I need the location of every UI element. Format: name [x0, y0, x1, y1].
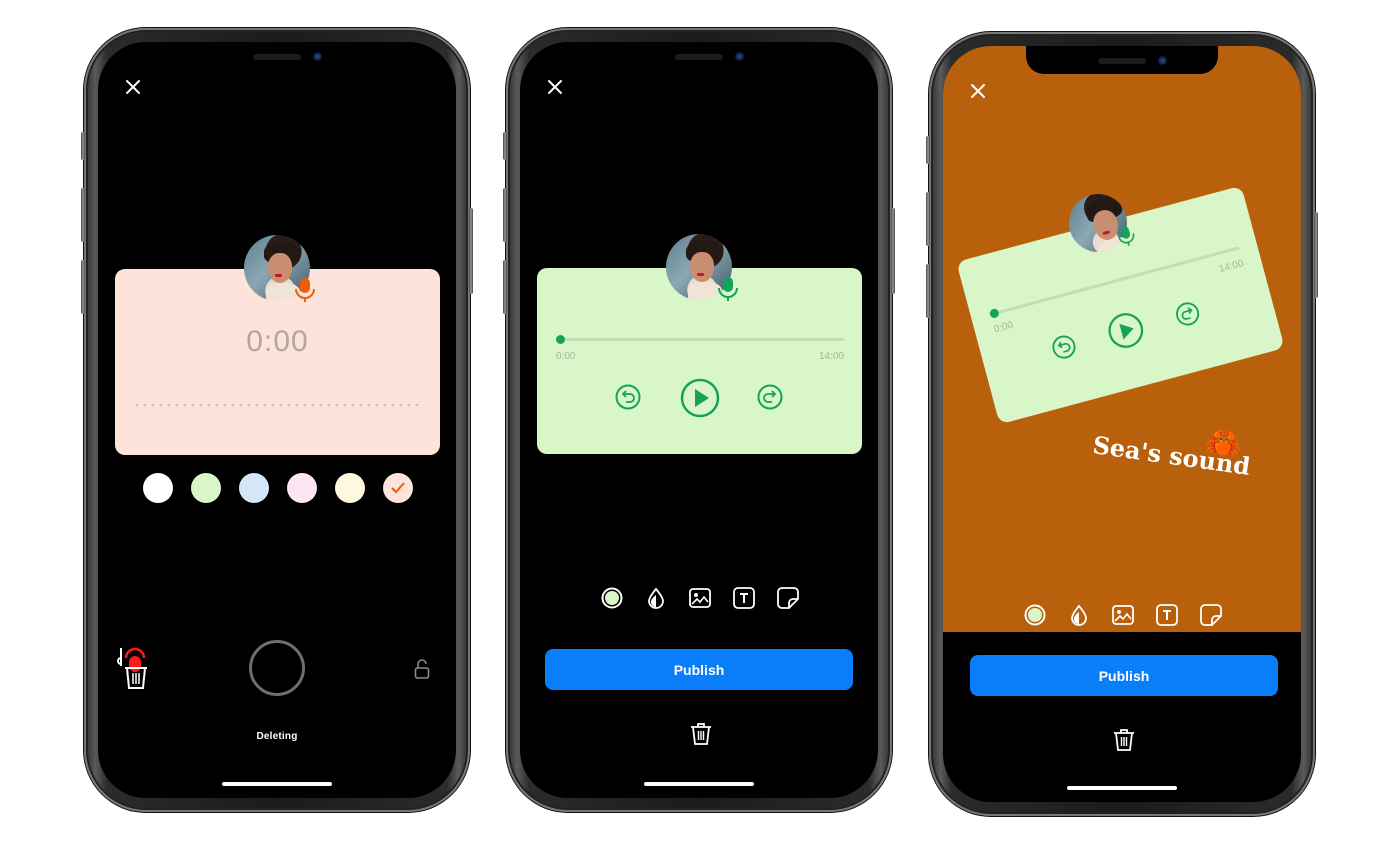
- screen: 0:00 14:00: [943, 46, 1301, 802]
- image-icon[interactable]: [688, 586, 711, 609]
- playback-progress[interactable]: [556, 335, 844, 344]
- image-icon[interactable]: [1111, 603, 1134, 626]
- edit-toolbar: [600, 586, 799, 609]
- progress-knob[interactable]: [988, 307, 1000, 319]
- swatch-peach-selected[interactable]: [383, 473, 413, 503]
- front-camera: [313, 52, 322, 61]
- timer-text: 0:00: [246, 325, 309, 358]
- power-button: [1314, 212, 1318, 298]
- forward-icon[interactable]: [757, 384, 783, 410]
- swatch-green[interactable]: [191, 473, 221, 503]
- mute-switch: [81, 132, 85, 160]
- drop-icon[interactable]: [1067, 603, 1090, 626]
- color-icon[interactable]: [600, 586, 623, 609]
- home-indicator[interactable]: [1067, 786, 1177, 790]
- color-swatches: [143, 473, 413, 503]
- current-time: 0:00: [556, 351, 576, 362]
- front-camera: [735, 52, 744, 61]
- text-icon[interactable]: [1155, 603, 1178, 626]
- close-icon[interactable]: [969, 82, 987, 100]
- speaker: [1098, 58, 1146, 64]
- current-time: 0:00: [992, 319, 1015, 336]
- duration: 14:00: [818, 351, 844, 362]
- phone-recording: 0:00 Deleting: [81, 28, 473, 812]
- mute-switch: [926, 136, 930, 164]
- home-indicator[interactable]: [222, 782, 332, 786]
- drop-icon[interactable]: [644, 586, 667, 609]
- power-button: [891, 208, 895, 294]
- unlock-icon[interactable]: [414, 658, 430, 680]
- progress-knob[interactable]: [556, 335, 565, 344]
- volume-up-button: [926, 192, 930, 246]
- mic-icon: [718, 277, 738, 301]
- power-button: [469, 208, 473, 294]
- trash-mic-icon[interactable]: [116, 646, 150, 692]
- publish-button[interactable]: Publish: [970, 655, 1278, 696]
- swatch-cream[interactable]: [335, 473, 365, 503]
- speaker: [675, 54, 723, 60]
- rewind-icon[interactable]: [615, 384, 641, 410]
- phone-preview: 0:00 14:00 Publish: [503, 28, 895, 812]
- front-camera: [1158, 56, 1167, 65]
- checkmark-icon: [391, 482, 405, 494]
- record-button[interactable]: [249, 640, 305, 696]
- color-icon[interactable]: [1023, 603, 1046, 626]
- screen: 0:00 Deleting: [98, 42, 456, 798]
- volume-up-button: [503, 188, 507, 242]
- text-icon[interactable]: [732, 586, 755, 609]
- volume-up-button: [81, 188, 85, 242]
- swatch-blue[interactable]: [239, 473, 269, 503]
- mute-switch: [503, 132, 507, 160]
- screen: 0:00 14:00: [520, 42, 878, 798]
- volume-down-button: [926, 264, 930, 318]
- volume-down-button: [81, 260, 85, 314]
- sticker-icon[interactable]: [1199, 603, 1222, 626]
- crab-sticker[interactable]: 🦀: [1203, 424, 1245, 464]
- edit-toolbar: [1023, 603, 1222, 626]
- phone-story: 0:00 14:00 Sea's sound 🦀 Publish: [926, 32, 1318, 816]
- close-icon[interactable]: [546, 78, 564, 96]
- duration: 14:00: [1217, 257, 1245, 276]
- close-icon[interactable]: [124, 78, 142, 96]
- playback-progress[interactable]: [988, 246, 1240, 319]
- rewind-icon[interactable]: [1049, 332, 1078, 361]
- sticker-icon[interactable]: [776, 586, 799, 609]
- publish-button[interactable]: Publish: [545, 649, 853, 690]
- waveform-placeholder: [133, 404, 422, 406]
- mic-icon: [295, 278, 315, 302]
- swatch-white[interactable]: [143, 473, 173, 503]
- trash-icon[interactable]: [1113, 728, 1135, 752]
- trash-icon[interactable]: [690, 722, 712, 746]
- swatch-pink[interactable]: [287, 473, 317, 503]
- play-icon[interactable]: [1104, 308, 1148, 352]
- volume-down-button: [503, 260, 507, 314]
- speaker: [253, 54, 301, 60]
- showcase-stage: 0:00 Deleting 0:00 14:00 Publish 0:00 14…: [0, 0, 1400, 842]
- forward-icon[interactable]: [1173, 299, 1202, 328]
- status-label: Deleting: [256, 731, 298, 742]
- home-indicator[interactable]: [644, 782, 754, 786]
- play-icon[interactable]: [680, 378, 720, 418]
